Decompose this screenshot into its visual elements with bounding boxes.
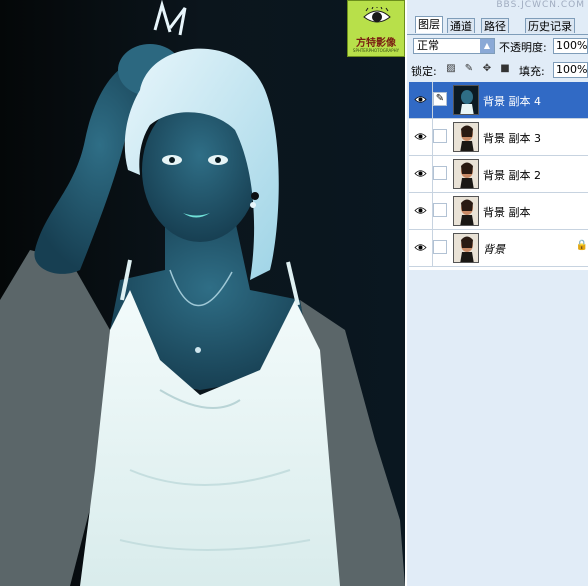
logo-subtext: SPHTERPHOTOGRAPHY <box>352 48 400 53</box>
opacity-field[interactable]: 100% <box>553 38 588 54</box>
eye-icon <box>414 170 427 177</box>
watermark-logo: 方特影像 SPHTERPHOTOGRAPHY <box>347 0 405 57</box>
fill-label: 填充: <box>519 65 545 78</box>
lock-move-icon[interactable]: ✥ <box>481 63 493 75</box>
lock-all-icon[interactable]: ■ <box>499 63 511 75</box>
visibility-toggle[interactable] <box>409 230 433 266</box>
brush-icon[interactable]: ✎ <box>433 92 447 106</box>
visibility-toggle[interactable] <box>409 82 433 118</box>
visibility-toggle[interactable] <box>409 156 433 192</box>
layer-row[interactable]: 背景 🔒 <box>409 230 588 267</box>
lock-label: 锁定: <box>411 65 437 78</box>
link-box[interactable] <box>433 166 447 180</box>
logo-text: 方特影像 <box>356 38 396 49</box>
layers-list: ✎ 背景 副本 4 背景 副本 3 背景 副本 2 背景 副本 背景 🔒 <box>409 82 588 270</box>
tab-layers[interactable]: 图层 <box>415 16 443 33</box>
lock-brush-icon[interactable]: ✎ <box>463 63 475 75</box>
watermark-site-strip: BBS.JCWCN.COM <box>407 0 588 16</box>
eye-icon <box>414 244 427 251</box>
layer-thumbnail <box>453 122 479 152</box>
opacity-label: 不透明度: <box>499 41 547 54</box>
inverted-portrait-image <box>0 0 405 586</box>
visibility-toggle[interactable] <box>409 119 433 155</box>
layer-thumbnail <box>453 85 479 115</box>
link-box[interactable] <box>433 129 447 143</box>
link-box[interactable] <box>433 240 447 254</box>
eye-logo-icon <box>363 7 391 23</box>
layer-row[interactable]: 背景 副本 3 <box>409 119 588 156</box>
layer-thumbnail <box>453 196 479 226</box>
lock-icon: 🔒 <box>575 240 588 251</box>
lock-fill-row: 锁定: ▨ ✎ ✥ ■ 填充: 100% <box>407 60 588 80</box>
panel-tabs: 图层 通道 路径 历史记录 <box>407 16 588 35</box>
document-canvas[interactable] <box>0 0 405 586</box>
layer-thumbnail <box>453 159 479 189</box>
eye-icon <box>414 207 427 214</box>
tab-paths[interactable]: 路径 <box>481 18 509 33</box>
layer-name[interactable]: 背景 副本 2 <box>483 167 541 183</box>
visibility-toggle[interactable] <box>409 193 433 229</box>
eye-icon <box>414 133 427 140</box>
layer-row[interactable]: 背景 副本 2 <box>409 156 588 193</box>
blend-opacity-row: 正常 ▲ 不透明度: 100% <box>407 36 588 56</box>
lock-transparent-icon[interactable]: ▨ <box>445 63 457 75</box>
layers-panel: BBS.JCWCN.COM 图层 通道 路径 历史记录 正常 ▲ 不透明度: 1… <box>405 0 588 586</box>
layer-thumbnail <box>453 233 479 263</box>
link-box[interactable] <box>433 203 447 217</box>
tab-channels[interactable]: 通道 <box>447 18 475 33</box>
layer-row[interactable]: ✎ 背景 副本 4 <box>409 82 588 119</box>
blend-mode-select[interactable]: 正常 ▲ <box>413 38 495 54</box>
dropdown-arrow-icon[interactable]: ▲ <box>480 39 494 53</box>
layer-name[interactable]: 背景 副本 4 <box>483 93 541 109</box>
layer-name[interactable]: 背景 <box>483 241 505 257</box>
layer-name[interactable]: 背景 副本 <box>483 204 531 220</box>
layer-name[interactable]: 背景 副本 3 <box>483 130 541 146</box>
tab-history[interactable]: 历史记录 <box>525 18 575 33</box>
fill-field[interactable]: 100% <box>553 62 588 78</box>
layer-row[interactable]: 背景 副本 <box>409 193 588 230</box>
eye-icon <box>414 96 427 103</box>
blend-mode-value: 正常 <box>417 39 439 52</box>
watermark-site-text: BBS.JCWCN.COM <box>496 0 585 10</box>
